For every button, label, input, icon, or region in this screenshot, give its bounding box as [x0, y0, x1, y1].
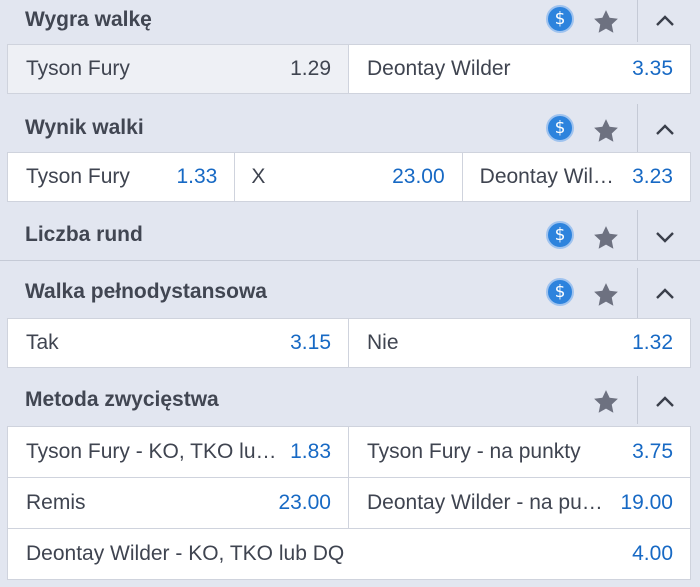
market-title: Walka pełnodystansowa — [25, 280, 267, 303]
chevron-up-icon[interactable] — [648, 277, 682, 311]
selection-cell[interactable]: Tyson Fury - na punkty 3.75 — [349, 427, 690, 477]
market-wygra-walke: Wygra walkę $ Tyson Fury 1.29 Deontay Wi… — [0, 0, 700, 100]
header-divider — [637, 0, 638, 42]
market-title: Metoda zwycięstwa — [25, 388, 219, 411]
selection-label: Tak — [26, 331, 59, 354]
selection-label: Deontay Wilder — [367, 57, 511, 80]
selection-cell[interactable]: Tyson Fury 1.29 — [8, 45, 349, 93]
market-wynik-walki: Wynik walki $ Tyson Fury 1.33 X 23.00 De… — [0, 104, 700, 208]
star-icon[interactable] — [590, 222, 622, 254]
selection-label: Tyson Fury — [26, 165, 130, 188]
selection-cell[interactable]: Deontay Wil… 3.23 — [463, 153, 690, 201]
market-walka-pelnodystansowa: Walka pełnodystansowa $ Tak 3.15 Nie 1.3… — [0, 268, 700, 370]
selection-cell[interactable]: Tak 3.15 — [8, 319, 349, 367]
selection-label: X — [251, 165, 266, 188]
star-icon[interactable] — [590, 115, 622, 147]
star-icon[interactable] — [590, 279, 622, 311]
selection-odds: 1.33 — [176, 165, 218, 188]
selection-row: Tyson Fury 1.29 Deontay Wilder 3.35 — [7, 44, 691, 94]
market-header[interactable]: Wynik walki $ — [0, 104, 700, 152]
market-header[interactable]: Walka pełnodystansowa $ — [0, 268, 700, 318]
chevron-up-icon[interactable] — [648, 113, 682, 147]
selection-label: Deontay Wil… — [479, 165, 614, 188]
selection-row: Deontay Wilder - KO, TKO lub DQ 4.00 — [7, 528, 691, 580]
selection-cell[interactable]: Tyson Fury 1.33 — [8, 153, 236, 201]
selection-row: Tyson Fury - KO, TKO lub… 1.83 Tyson Fur… — [7, 426, 691, 478]
chevron-up-icon[interactable] — [648, 4, 682, 38]
market-header[interactable]: Liczba rund $ — [0, 210, 700, 261]
header-divider — [637, 268, 638, 318]
market-liczba-rund: Liczba rund $ — [0, 210, 700, 262]
chevron-down-icon[interactable] — [648, 220, 682, 254]
market-title: Wynik walki — [25, 116, 144, 139]
market-header[interactable]: Metoda zwycięstwa — [0, 376, 700, 424]
selection-row: Tak 3.15 Nie 1.32 — [7, 318, 691, 368]
selection-label: Deontay Wilder - KO, TKO lub DQ — [26, 542, 345, 565]
selection-odds: 3.23 — [632, 165, 673, 188]
selection-odds: 3.75 — [632, 440, 673, 463]
selection-odds: 19.00 — [620, 491, 673, 514]
dollar-icon[interactable]: $ — [546, 221, 574, 249]
selection-cell[interactable]: Nie 1.32 — [349, 319, 690, 367]
market-header[interactable]: Wygra walkę $ — [0, 0, 700, 42]
star-icon[interactable] — [590, 386, 622, 418]
selection-odds: 3.15 — [290, 331, 331, 354]
chevron-up-icon[interactable] — [648, 385, 682, 419]
selection-odds: 23.00 — [278, 491, 331, 514]
dollar-icon[interactable]: $ — [546, 278, 574, 306]
selection-cell[interactable]: Remis 23.00 — [8, 478, 349, 528]
dollar-icon[interactable]: $ — [546, 114, 574, 142]
dollar-icon[interactable]: $ — [546, 5, 574, 33]
header-divider — [637, 104, 638, 152]
selection-cell[interactable]: Deontay Wilder - na pu… 19.00 — [349, 478, 690, 528]
market-title: Liczba rund — [25, 223, 143, 246]
selection-odds: 1.32 — [632, 331, 673, 354]
selection-label: Tyson Fury — [26, 57, 130, 80]
header-divider — [637, 210, 638, 260]
selection-label: Tyson Fury - na punkty — [367, 440, 581, 463]
selection-odds: 23.00 — [392, 165, 445, 188]
selection-row: Remis 23.00 Deontay Wilder - na pu… 19.0… — [7, 477, 691, 529]
selection-label: Remis — [26, 491, 86, 514]
selection-cell[interactable]: Deontay Wilder - KO, TKO lub DQ 4.00 — [8, 529, 690, 579]
selection-odds: 4.00 — [632, 542, 673, 565]
header-divider — [637, 376, 638, 424]
selection-label: Nie — [367, 331, 399, 354]
selection-label: Deontay Wilder - na pu… — [367, 491, 603, 514]
selection-label: Tyson Fury - KO, TKO lub… — [26, 440, 284, 463]
selection-cell[interactable]: X 23.00 — [235, 153, 463, 201]
market-title: Wygra walkę — [25, 8, 152, 31]
market-metoda-zwyciestwa: Metoda zwycięstwa Tyson Fury - KO, TKO l… — [0, 376, 700, 587]
selection-cell[interactable]: Deontay Wilder 3.35 — [349, 45, 690, 93]
selection-odds: 1.29 — [290, 57, 331, 80]
selection-cell[interactable]: Tyson Fury - KO, TKO lub… 1.83 — [8, 427, 349, 477]
selection-odds: 3.35 — [632, 57, 673, 80]
star-icon[interactable] — [590, 6, 622, 38]
selection-row: Tyson Fury 1.33 X 23.00 Deontay Wil… 3.2… — [7, 152, 691, 202]
selection-odds: 1.83 — [290, 440, 331, 463]
